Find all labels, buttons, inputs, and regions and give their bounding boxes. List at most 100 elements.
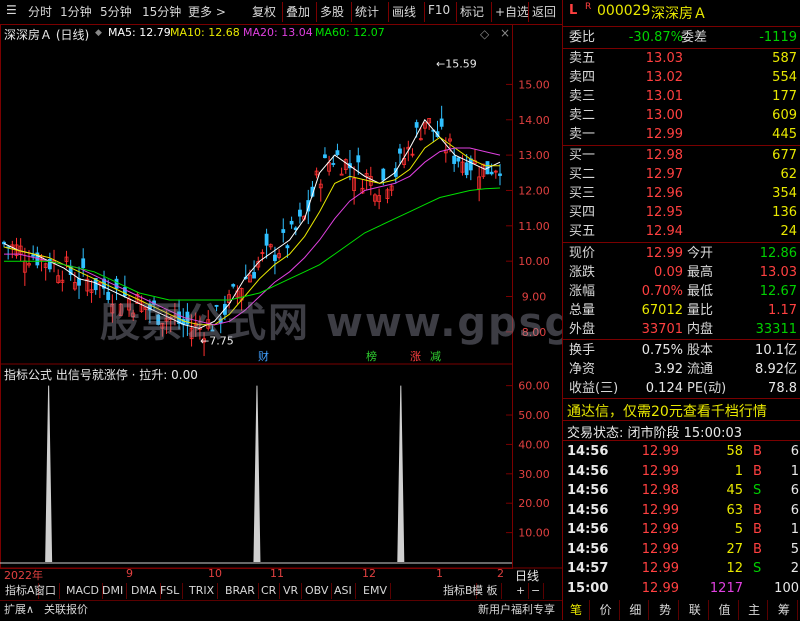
quote-value: 12.99 bbox=[645, 246, 683, 261]
x-axis-label: 12 bbox=[362, 567, 376, 580]
tick-volume: 27 bbox=[726, 541, 743, 557]
ask-label: 卖一 bbox=[569, 127, 596, 142]
signal-spike-1 bbox=[253, 385, 261, 563]
candle-body bbox=[114, 278, 119, 289]
toolbar-0[interactable]: 分时 bbox=[28, 3, 52, 20]
panel-tab-2[interactable]: 细 bbox=[622, 600, 650, 620]
panel-tab-5[interactable]: 值 bbox=[712, 600, 739, 620]
bottom-tab-+[interactable]: + bbox=[513, 583, 530, 599]
quote-row-0: 现价 12.99 今开 12.86 bbox=[563, 244, 800, 263]
tick-count: 5 bbox=[790, 541, 799, 557]
candle-body bbox=[81, 258, 86, 269]
bottom-tab-OBV[interactable]: OBV bbox=[302, 583, 333, 599]
menu-icon[interactable]: ☰ bbox=[6, 3, 17, 17]
tick-direction: B bbox=[753, 522, 762, 537]
candle-body bbox=[273, 254, 277, 262]
toolbar-4[interactable]: 更多 > bbox=[188, 3, 226, 20]
promo-link[interactable]: 通达信，仅需20元查看千档行情 bbox=[567, 401, 767, 421]
bottom-tab-VR[interactable]: VR bbox=[280, 583, 303, 599]
toolbar-right-8[interactable]: 返回 bbox=[532, 3, 556, 20]
toolbar-right-3[interactable]: 统计 bbox=[355, 3, 379, 20]
panel-tab-7[interactable]: 筹 bbox=[771, 600, 798, 620]
panel-tab-1[interactable]: 价 bbox=[593, 600, 620, 620]
stock-name: 深深房Ａ bbox=[651, 6, 707, 22]
toolbar-3[interactable]: 15分钟 bbox=[142, 3, 181, 20]
toolbar-right-4[interactable]: 画线 bbox=[392, 3, 416, 20]
toolbar-separator bbox=[528, 2, 529, 22]
bid-label: 买二 bbox=[569, 167, 596, 182]
quote-label: 总量 bbox=[569, 303, 596, 318]
candle-body bbox=[498, 173, 502, 176]
candle-body bbox=[339, 173, 344, 176]
bottom-tab-DMI[interactable]: DMI bbox=[99, 583, 128, 599]
period-label[interactable]: 日线 bbox=[515, 567, 539, 584]
stat-value2: 10.1亿 bbox=[755, 343, 797, 358]
toolbar-separator bbox=[456, 2, 457, 22]
bottom-tab-DMA[interactable]: DMA bbox=[128, 583, 161, 599]
tick-volume: 5 bbox=[734, 522, 743, 537]
y-tick-label: 14.00 bbox=[518, 114, 550, 127]
bottom-tab-ASI[interactable]: ASI bbox=[331, 583, 356, 599]
indicator-title[interactable]: 指标公式 出信号就涨停 · 拉升: 0.00 bbox=[4, 366, 198, 383]
tick-time: 14:57 bbox=[567, 561, 609, 576]
tick-row: 14:56 12.99 27 B 5 bbox=[563, 540, 800, 559]
y-tick-label: 12.00 bbox=[518, 184, 550, 197]
quote-row-4: 外盘 33701 内盘 33311 bbox=[563, 320, 800, 339]
candle-body bbox=[414, 122, 419, 128]
ask-row-5: 卖一 12.99 445 bbox=[563, 125, 800, 144]
x-axis-label: 2 bbox=[497, 567, 504, 580]
x-axis-label: 1 bbox=[436, 567, 443, 580]
bottom-tab-CR[interactable]: CR bbox=[258, 583, 281, 599]
signal-spike-2 bbox=[397, 385, 405, 563]
panel-tab-0[interactable]: 笔 bbox=[563, 600, 590, 620]
quote-label: 现价 bbox=[569, 246, 596, 261]
bottom-tab-FSL[interactable]: FSL bbox=[157, 583, 184, 599]
new-user-promo[interactable]: 新用户福利专享 bbox=[478, 602, 555, 618]
bottom-tab-−[interactable]: − bbox=[528, 583, 545, 599]
panel-tab-6[interactable]: 主 bbox=[741, 600, 769, 620]
toolbar-right-7[interactable]: +自选 bbox=[495, 3, 529, 20]
tick-direction: S bbox=[753, 483, 762, 498]
quote-panel: L R 000029 深深房Ａ 委比 -30.87% 委差 -1119 卖五 13.03 5… bbox=[562, 0, 800, 620]
bid-label: 买五 bbox=[569, 224, 596, 239]
quote-value2: 33311 bbox=[755, 322, 797, 337]
panel-tab-4[interactable]: 联 bbox=[682, 600, 709, 620]
toolbar-right-0[interactable]: 复权 bbox=[252, 3, 276, 20]
related-quote-button[interactable]: 关联报价 bbox=[44, 602, 88, 618]
tick-direction: B bbox=[753, 502, 762, 518]
candle-body bbox=[289, 220, 294, 225]
tick-volume: 58 bbox=[726, 444, 743, 459]
tick-price: 12.99 bbox=[641, 541, 679, 557]
bottom-tab-EMV[interactable]: EMV bbox=[360, 583, 391, 599]
bid-label: 买一 bbox=[569, 148, 596, 163]
bottom-tab-MACD[interactable]: MACD bbox=[63, 583, 103, 599]
ask-label: 卖二 bbox=[569, 108, 596, 123]
ask-volume: 554 bbox=[772, 70, 797, 85]
expand-button[interactable]: 扩展∧ bbox=[4, 602, 34, 618]
toolbar-right-6[interactable]: 标记 bbox=[460, 3, 484, 20]
toolbar-right-2[interactable]: 多股 bbox=[320, 3, 344, 20]
toolbar-1[interactable]: 1分钟 bbox=[60, 3, 92, 20]
bottom-tab-BRAR[interactable]: BRAR bbox=[222, 583, 259, 599]
ask-label: 卖四 bbox=[569, 70, 596, 85]
y-tick-label: 10.00 bbox=[518, 255, 550, 268]
toolbar-right-5[interactable]: F10 bbox=[428, 3, 450, 17]
toolbar-2[interactable]: 5分钟 bbox=[100, 3, 132, 20]
panel-tab-3[interactable]: 势 bbox=[652, 600, 680, 620]
bid-row-3: 买三 12.96 354 bbox=[563, 184, 800, 203]
bottom-tab-模 板[interactable]: 模 板 bbox=[469, 583, 502, 599]
stat-value: 3.92 bbox=[654, 362, 683, 377]
bottom-tab-TRIX[interactable]: TRIX bbox=[186, 583, 219, 599]
bid-row-5: 买五 12.94 24 bbox=[563, 222, 800, 241]
weicha-label: 委差 bbox=[681, 30, 708, 45]
divider bbox=[563, 242, 800, 243]
bottom-tab-窗口[interactable]: 窗口 bbox=[31, 583, 60, 599]
tick-time: 15:00 bbox=[567, 580, 609, 596]
bid-row-4: 买四 12.95 136 bbox=[563, 203, 800, 222]
quote-label2: 今开 bbox=[687, 246, 714, 261]
quote-value: 0.09 bbox=[654, 265, 683, 280]
candle-body bbox=[264, 233, 269, 246]
toolbar-right-1[interactable]: 叠加 bbox=[286, 3, 310, 20]
toolbar-separator bbox=[424, 2, 425, 22]
candle-body bbox=[252, 272, 256, 279]
